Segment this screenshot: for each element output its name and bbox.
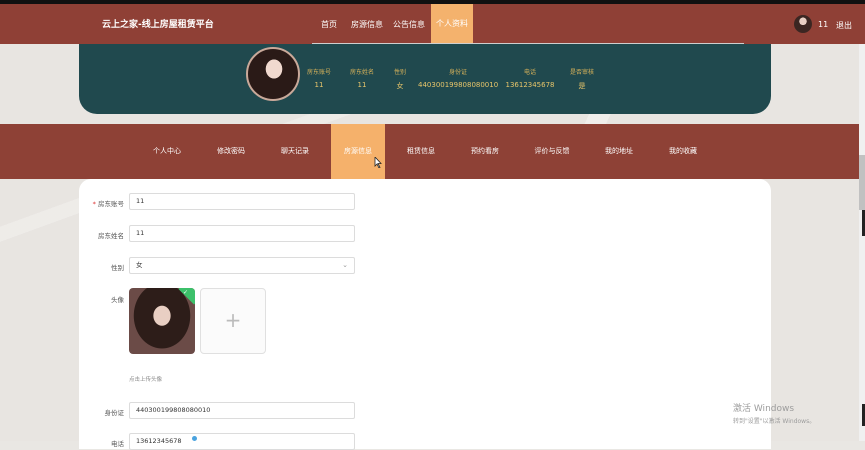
info-label: 电话	[523, 69, 536, 76]
nav-listings[interactable]: 房源信息	[351, 19, 383, 30]
user-name: 11	[818, 20, 829, 29]
nav-home[interactable]: 首页	[321, 19, 337, 30]
tab-rentals[interactable]: 租赁信息	[394, 124, 448, 179]
tab-reviews-feedback[interactable]: 评价与反馈	[522, 124, 582, 179]
mouse-cursor-icon	[374, 157, 382, 168]
info-label: 是否审核	[569, 69, 594, 76]
check-icon: ✓	[183, 289, 189, 296]
profile-phone: 电话 13612345678	[505, 67, 555, 89]
phone-label: 电话	[111, 440, 124, 448]
tab-personal-center[interactable]: 个人中心	[140, 124, 194, 179]
chevron-down-icon: ⌄	[342, 261, 348, 269]
gender-label: 性别	[111, 264, 124, 272]
logout-button[interactable]: 退出	[836, 20, 852, 31]
name-field[interactable]: 11	[129, 225, 355, 242]
account-label: * 房东账号	[92, 200, 124, 208]
tab-chat-history[interactable]: 聊天记录	[268, 124, 322, 179]
avatar-hint: 点击上传头像	[129, 377, 163, 383]
info-icon	[192, 436, 197, 441]
account-field[interactable]: 11	[129, 193, 355, 210]
watermark-subtitle: 转到"设置"以激活 Windows。	[733, 418, 816, 425]
avatar-preview[interactable]	[129, 288, 195, 354]
page-scrollbar[interactable]	[859, 44, 865, 441]
info-label: 房东姓名	[349, 69, 374, 76]
site-title: 云上之家-线上房屋租赁平台	[102, 20, 214, 30]
watermark-title: 激活 Windows	[733, 404, 795, 414]
idcard-field[interactable]: 440300199808080010	[129, 402, 355, 419]
avatar-label: 头像	[111, 296, 124, 304]
name-label: 房东姓名	[98, 232, 124, 240]
gender-selected-value: 女	[136, 261, 143, 269]
info-label: 身份证	[448, 69, 467, 76]
profile-verified: 是否审核 是	[565, 67, 599, 91]
windows-activation-watermark: 激活 Windows 转到"设置"以激活 Windows。	[733, 401, 815, 425]
tab-change-password[interactable]: 修改密码	[204, 124, 258, 179]
profile-gender: 性别 女	[388, 67, 412, 91]
nav-profile[interactable]: 个人资料	[431, 4, 473, 44]
info-label: 房东账号	[306, 69, 331, 76]
nav-announcements[interactable]: 公告信息	[393, 19, 425, 30]
info-value: 11	[314, 81, 324, 89]
info-value: 11	[357, 81, 367, 89]
gender-select[interactable]: 女 ⌄	[129, 257, 355, 274]
tab-viewing-appointments[interactable]: 预约看房	[458, 124, 512, 179]
profile-tabbar: 个人中心 修改密码 聊天记录 房源信息 租赁信息 预约看房 评价与反馈 我的地址…	[0, 124, 859, 179]
info-value: 是	[578, 82, 586, 90]
profile-avatar	[246, 47, 300, 101]
profile-idcard: 身份证 440300199808080010	[418, 67, 498, 89]
info-value: 女	[396, 82, 404, 90]
tab-my-address[interactable]: 我的地址	[592, 124, 646, 179]
avatar[interactable]	[794, 15, 812, 33]
profile-account: 房东账号 11	[303, 67, 335, 89]
top-navbar: 云上之家-线上房屋租赁平台 首页 房源信息 公告信息 个人资料 11 退出	[0, 0, 865, 44]
profile-name: 房东姓名 11	[346, 67, 378, 89]
idcard-label: 身份证	[104, 409, 125, 417]
info-value: 440300199808080010	[418, 81, 499, 89]
scrollbar-thumb[interactable]	[859, 155, 865, 210]
tab-listings[interactable]: 房源信息	[331, 124, 385, 179]
avatar-upload-button[interactable]: +	[200, 288, 266, 354]
tab-my-favorites[interactable]: 我的收藏	[656, 124, 710, 179]
info-value: 13612345678	[505, 81, 555, 89]
phone-field[interactable]: 13612345678	[129, 433, 355, 450]
info-label: 性别	[393, 69, 406, 76]
